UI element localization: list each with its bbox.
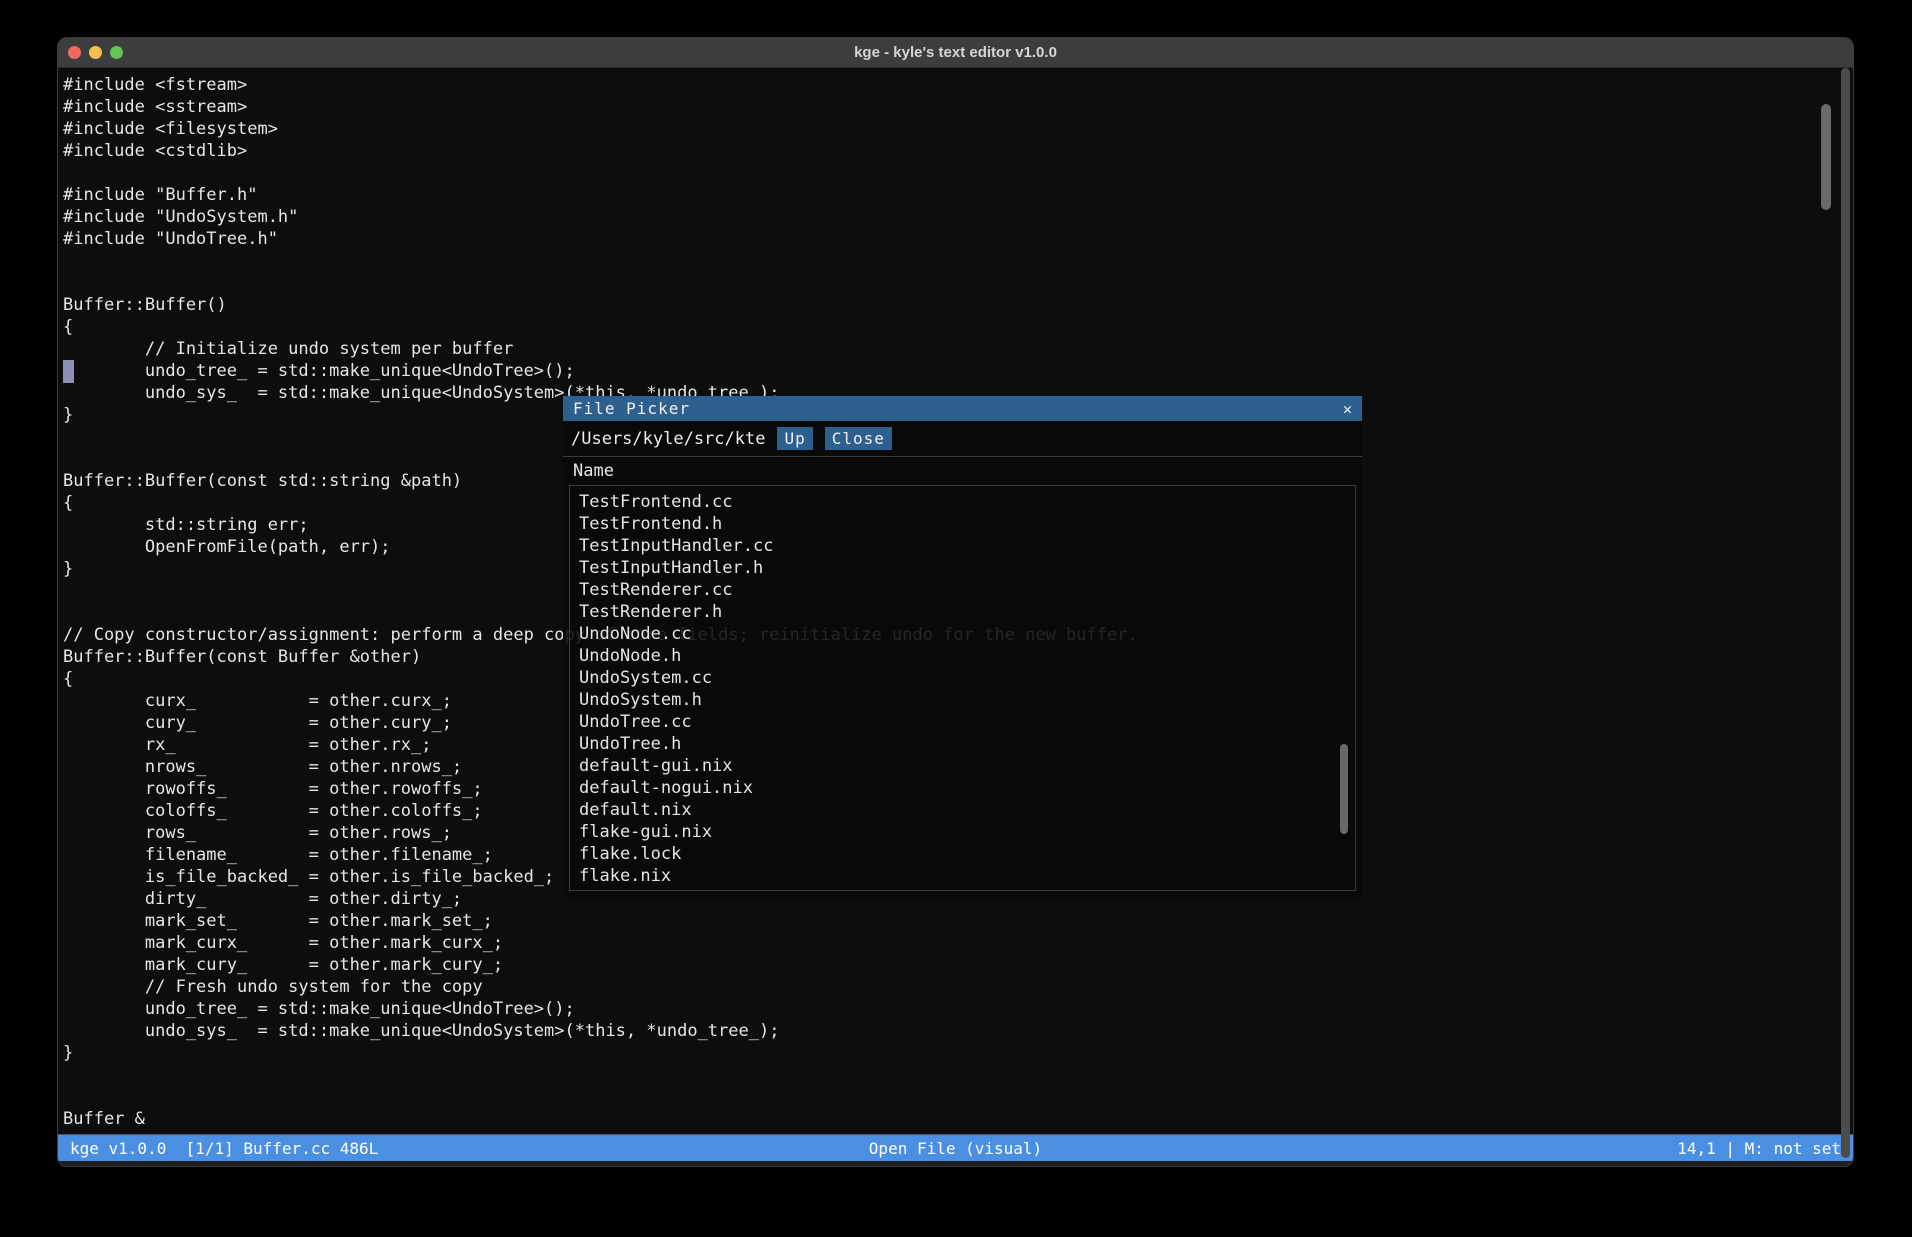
status-bar: Open File (visual) kge v1.0.0 [1/1] Buff… bbox=[58, 1134, 1853, 1161]
up-button[interactable]: Up bbox=[777, 427, 812, 450]
list-item[interactable]: flake.nix bbox=[570, 865, 1355, 887]
code-line: Buffer & bbox=[63, 1108, 1138, 1130]
list-item[interactable]: UndoTree.cc bbox=[570, 711, 1355, 733]
code-line bbox=[63, 272, 1138, 294]
code-line: // Initialize undo system per buffer bbox=[63, 338, 1138, 360]
file-list-scrollbar-thumb[interactable] bbox=[1340, 744, 1348, 834]
list-item[interactable]: TestInputHandler.h bbox=[570, 557, 1355, 579]
code-line: #include <sstream> bbox=[63, 96, 1138, 118]
code-line bbox=[63, 1064, 1138, 1086]
close-button[interactable]: Close bbox=[825, 427, 892, 450]
code-line: Buffer::Buffer() bbox=[63, 294, 1138, 316]
code-line: #include "Buffer.h" bbox=[63, 184, 1138, 206]
list-item[interactable]: default-nogui.nix bbox=[570, 777, 1355, 799]
code-line: mark_cury_ = other.mark_cury_; bbox=[63, 954, 1138, 976]
code-line bbox=[63, 162, 1138, 184]
list-item[interactable]: TestFrontend.h bbox=[570, 513, 1355, 535]
file-rows: TestFrontend.ccTestFrontend.hTestInputHa… bbox=[570, 486, 1355, 887]
list-item[interactable]: default.nix bbox=[570, 799, 1355, 821]
status-cursor-position: 14,1 | M: not set bbox=[1677, 1139, 1841, 1158]
code-line: // Fresh undo system for the copy bbox=[63, 976, 1138, 998]
window-bottom-edge bbox=[58, 1161, 1853, 1166]
list-item[interactable]: TestRenderer.cc bbox=[570, 579, 1355, 601]
list-item[interactable]: TestFrontend.cc bbox=[570, 491, 1355, 513]
list-item[interactable]: UndoTree.h bbox=[570, 733, 1355, 755]
window-titlebar[interactable]: kge - kyle's text editor v1.0.0 bbox=[58, 38, 1853, 68]
code-line: undo_tree_ = std::make_unique<UndoTree>(… bbox=[63, 360, 1138, 382]
code-line: mark_curx_ = other.mark_curx_; bbox=[63, 932, 1138, 954]
list-item[interactable]: UndoNode.h bbox=[570, 645, 1355, 667]
code-line: undo_sys_ = std::make_unique<UndoSystem>… bbox=[63, 1020, 1138, 1042]
file-picker-path-row: /Users/kyle/src/kte Up Close bbox=[563, 421, 1362, 456]
editor-scrollbar-thumb[interactable] bbox=[1821, 104, 1831, 210]
app-window: kge - kyle's text editor v1.0.0 #include… bbox=[57, 37, 1854, 1167]
code-line: #include <filesystem> bbox=[63, 118, 1138, 140]
current-path: /Users/kyle/src/kte bbox=[571, 429, 765, 449]
file-picker-title: File Picker bbox=[573, 399, 690, 418]
code-line: #include <fstream> bbox=[63, 74, 1138, 96]
window-scrollbar-track[interactable] bbox=[1841, 68, 1850, 1158]
code-line: #include <cstdlib> bbox=[63, 140, 1138, 162]
code-line: mark_set_ = other.mark_set_; bbox=[63, 910, 1138, 932]
code-line: #include "UndoSystem.h" bbox=[63, 206, 1138, 228]
close-icon[interactable]: ✕ bbox=[1343, 400, 1352, 418]
list-item[interactable]: default-gui.nix bbox=[570, 755, 1355, 777]
list-item[interactable]: UndoSystem.cc bbox=[570, 667, 1355, 689]
file-picker-titlebar[interactable]: File Picker ✕ bbox=[563, 396, 1362, 421]
list-item[interactable]: UndoNode.cc bbox=[570, 623, 1355, 645]
code-line bbox=[63, 250, 1138, 272]
list-item[interactable]: TestInputHandler.cc bbox=[570, 535, 1355, 557]
list-item[interactable]: flake.lock bbox=[570, 843, 1355, 865]
code-line: } bbox=[63, 1042, 1138, 1064]
name-column-header: Name bbox=[563, 457, 1362, 485]
window-title: kge - kyle's text editor v1.0.0 bbox=[58, 44, 1853, 61]
list-item[interactable]: flake-gui.nix bbox=[570, 821, 1355, 843]
text-cursor bbox=[63, 360, 74, 383]
list-item[interactable]: UndoSystem.h bbox=[570, 689, 1355, 711]
list-item[interactable]: TestRenderer.h bbox=[570, 601, 1355, 623]
code-editor[interactable]: #include <fstream>#include <sstream>#inc… bbox=[58, 68, 1853, 1134]
file-picker-dialog: File Picker ✕ /Users/kyle/src/kte Up Clo… bbox=[563, 396, 1362, 898]
status-mode: Open File (visual) bbox=[58, 1139, 1853, 1158]
code-line: #include "UndoTree.h" bbox=[63, 228, 1138, 250]
code-line: { bbox=[63, 316, 1138, 338]
code-line bbox=[63, 1086, 1138, 1108]
file-list: TestFrontend.ccTestFrontend.hTestInputHa… bbox=[569, 485, 1356, 891]
code-line: undo_tree_ = std::make_unique<UndoTree>(… bbox=[63, 998, 1138, 1020]
